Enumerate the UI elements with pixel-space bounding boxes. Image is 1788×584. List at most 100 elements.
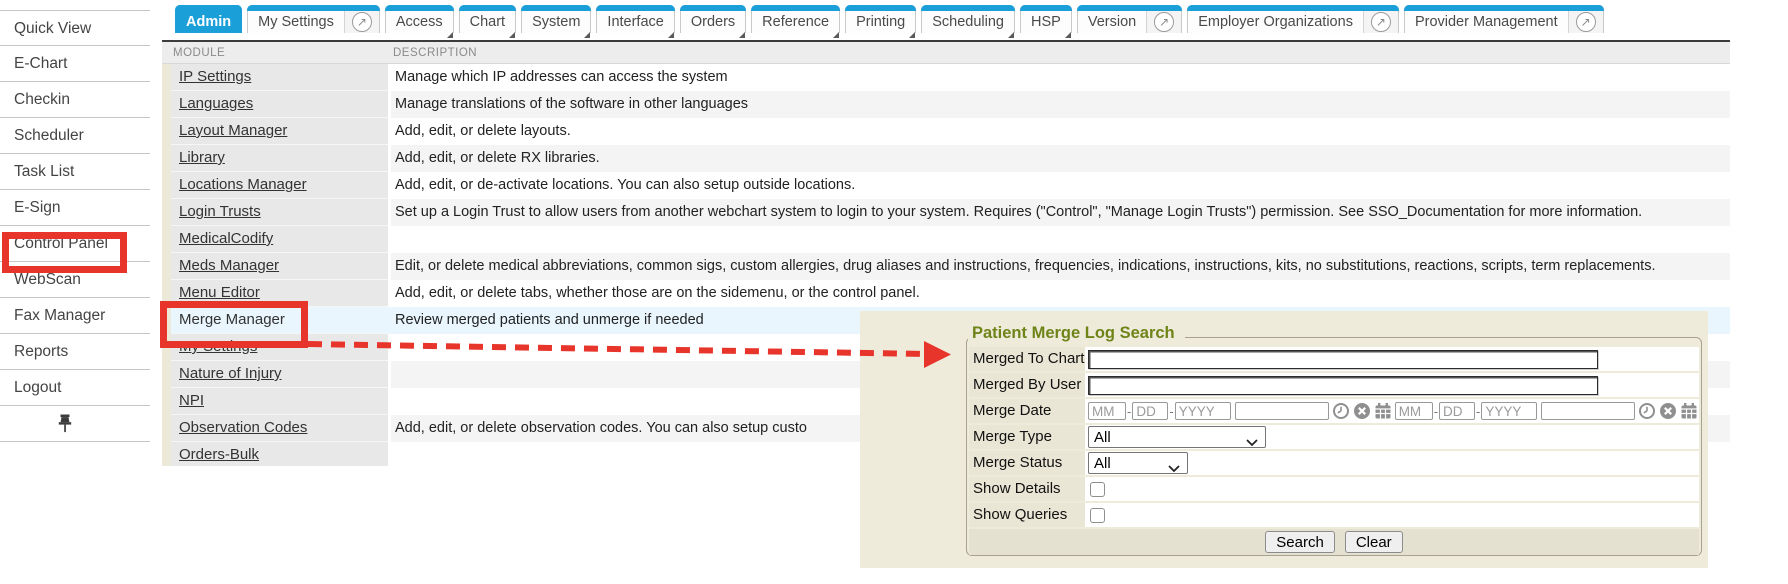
- calendar-icon[interactable]: [1374, 402, 1392, 420]
- patient-merge-log-search-panel: Patient Merge Log Search Merged To Chart…: [860, 311, 1708, 568]
- tab-scheduling[interactable]: Scheduling: [921, 5, 1015, 33]
- module-cell: Menu Editor: [171, 280, 388, 307]
- module-link-npi[interactable]: NPI: [179, 392, 204, 409]
- merge-date-end-day-input[interactable]: [1439, 402, 1475, 420]
- table-row-login-trusts: Login Trusts Set up a Login Trust to allo…: [171, 199, 1730, 226]
- module-link-nature-of-injury[interactable]: Nature of Injury: [179, 365, 282, 382]
- sidebar-item-checkin[interactable]: Checkin: [0, 82, 150, 118]
- sidebar-item-control-panel[interactable]: Control Panel: [0, 226, 150, 262]
- module-link-login-trusts[interactable]: Login Trusts: [179, 203, 261, 220]
- tab-orders[interactable]: Orders: [680, 5, 746, 33]
- merge-date-label: Merge Date: [969, 399, 1085, 423]
- tab-system[interactable]: System: [521, 5, 591, 33]
- description-cell: Set up a Login Trust to allow users from…: [391, 199, 1730, 226]
- tab-label: Interface: [597, 6, 673, 33]
- module-link-languages[interactable]: Languages: [179, 95, 253, 112]
- module-link-merge-manager[interactable]: Merge Manager: [179, 311, 285, 328]
- tab-label: System: [522, 6, 590, 33]
- merged-to-chart-input[interactable]: [1088, 350, 1598, 369]
- tabbar: Admin My Settings ↗ AccessChartSystem Interf…: [175, 5, 1604, 33]
- tab-label: Access: [386, 6, 453, 33]
- merge-type-label: Merge Type: [969, 425, 1085, 449]
- sidebar-item-webscan[interactable]: WebScan: [0, 262, 150, 298]
- chevron-down-icon: [1168, 460, 1180, 477]
- module-link-medicalcodify[interactable]: MedicalCodify: [179, 230, 273, 247]
- table-row-languages: LanguagesManage translations of the soft…: [171, 91, 1730, 118]
- merge-date-start-day-input[interactable]: [1132, 402, 1168, 420]
- tab-external-segment[interactable]: ↗: [1568, 6, 1603, 33]
- sidebar-item-reports[interactable]: Reports: [0, 334, 150, 370]
- sidebar-item-e-chart[interactable]: E-Chart: [0, 46, 150, 82]
- tab-printing[interactable]: Printing: [845, 5, 916, 33]
- description-column-header: DESCRIPTION: [391, 47, 1730, 59]
- tab-hsp[interactable]: HSP: [1020, 5, 1072, 33]
- tab-version[interactable]: Version↗: [1077, 5, 1182, 33]
- module-link-observation-codes[interactable]: Observation Codes: [179, 419, 307, 436]
- merge-status-select[interactable]: All: [1088, 452, 1188, 474]
- sidebar-item-task-list[interactable]: Task List: [0, 154, 150, 190]
- description-cell: Add, edit, or delete layouts.: [391, 118, 1730, 145]
- sidebar-item-quick-view[interactable]: Quick View: [0, 10, 150, 46]
- show-details-checkbox[interactable]: [1090, 482, 1105, 497]
- module-link-ip-settings[interactable]: IP Settings: [179, 68, 251, 85]
- merge-date-end-time-input[interactable]: [1541, 402, 1635, 420]
- search-button[interactable]: Search: [1265, 531, 1335, 553]
- show-queries-checkbox[interactable]: [1090, 508, 1105, 523]
- date-separator: -: [1127, 404, 1131, 419]
- merge-date-start-year-input[interactable]: [1175, 402, 1231, 420]
- module-link-my-settings[interactable]: My Settings: [179, 338, 257, 355]
- table-row-ip-settings: IP SettingsManage which IP addresses can…: [171, 64, 1730, 91]
- module-link-orders-bulk[interactable]: Orders-Bulk: [179, 446, 259, 463]
- merged-by-user-label: Merged By User: [969, 373, 1085, 397]
- show-queries-row: Show Queries: [969, 503, 1699, 527]
- sidebar-item-fax-manager[interactable]: Fax Manager: [0, 298, 150, 334]
- tab-external-segment[interactable]: ↗: [344, 6, 379, 33]
- module-cell: MedicalCodify: [171, 226, 388, 253]
- module-link-library[interactable]: Library: [179, 149, 225, 166]
- module-link-menu-editor[interactable]: Menu Editor: [179, 284, 260, 301]
- show-details-row: Show Details: [969, 477, 1699, 501]
- description-cell: Add, edit, or de-activate locations. You…: [391, 172, 1730, 199]
- module-cell: IP Settings: [171, 64, 388, 91]
- tab-external-segment[interactable]: ↗: [1146, 6, 1181, 33]
- tab-employer-organizations[interactable]: Employer Organizations↗: [1187, 5, 1399, 33]
- merge-type-select[interactable]: All: [1088, 426, 1266, 448]
- sidebar-item-logout[interactable]: Logout: [0, 370, 150, 406]
- sidebar-item-e-sign[interactable]: E-Sign: [0, 190, 150, 226]
- tab-chart[interactable]: Chart: [459, 5, 516, 33]
- merged-by-user-input[interactable]: [1088, 376, 1598, 395]
- module-link-layout-manager[interactable]: Layout Manager: [179, 122, 287, 139]
- tab-external-segment[interactable]: ↗: [1363, 6, 1398, 33]
- tab-interface[interactable]: Interface: [596, 5, 674, 33]
- tab-provider-management[interactable]: Provider Management↗: [1404, 5, 1604, 33]
- tab-my-settings[interactable]: My Settings ↗: [247, 5, 380, 33]
- tab-access[interactable]: Access: [385, 5, 454, 33]
- tab-label: My Settings: [248, 6, 344, 33]
- merge-date-start-group: - -: [1088, 402, 1392, 420]
- module-cell: Nature of Injury: [171, 361, 388, 388]
- module-cell: NPI: [171, 388, 388, 415]
- sidebar-pin[interactable]: [0, 406, 150, 442]
- module-column-header: MODULE: [162, 47, 391, 59]
- merge-date-start-time-input[interactable]: [1235, 402, 1329, 420]
- calendar-icon[interactable]: [1680, 402, 1698, 420]
- module-cell: Observation Codes: [171, 415, 388, 442]
- module-link-meds-manager[interactable]: Meds Manager: [179, 257, 279, 274]
- sidebar-item-scheduler[interactable]: Scheduler: [0, 118, 150, 154]
- tab-reference[interactable]: Reference: [751, 5, 840, 33]
- merge-date-end-year-input[interactable]: [1481, 402, 1537, 420]
- merge-date-end-month-input[interactable]: [1395, 402, 1433, 420]
- external-link-icon: ↗: [352, 12, 372, 32]
- clock-icon[interactable]: [1638, 402, 1656, 420]
- tab-admin[interactable]: Admin: [175, 5, 242, 33]
- clear-date-icon[interactable]: [1353, 402, 1371, 420]
- clear-date-icon[interactable]: [1659, 402, 1677, 420]
- date-separator: -: [1169, 404, 1173, 419]
- merge-date-start-month-input[interactable]: [1088, 402, 1126, 420]
- module-link-locations-manager[interactable]: Locations Manager: [179, 176, 307, 193]
- clock-icon[interactable]: [1332, 402, 1350, 420]
- clear-button[interactable]: Clear: [1345, 531, 1403, 553]
- module-cell: Locations Manager: [171, 172, 388, 199]
- tab-label: Admin: [176, 6, 241, 33]
- module-cell: Meds Manager: [171, 253, 388, 280]
